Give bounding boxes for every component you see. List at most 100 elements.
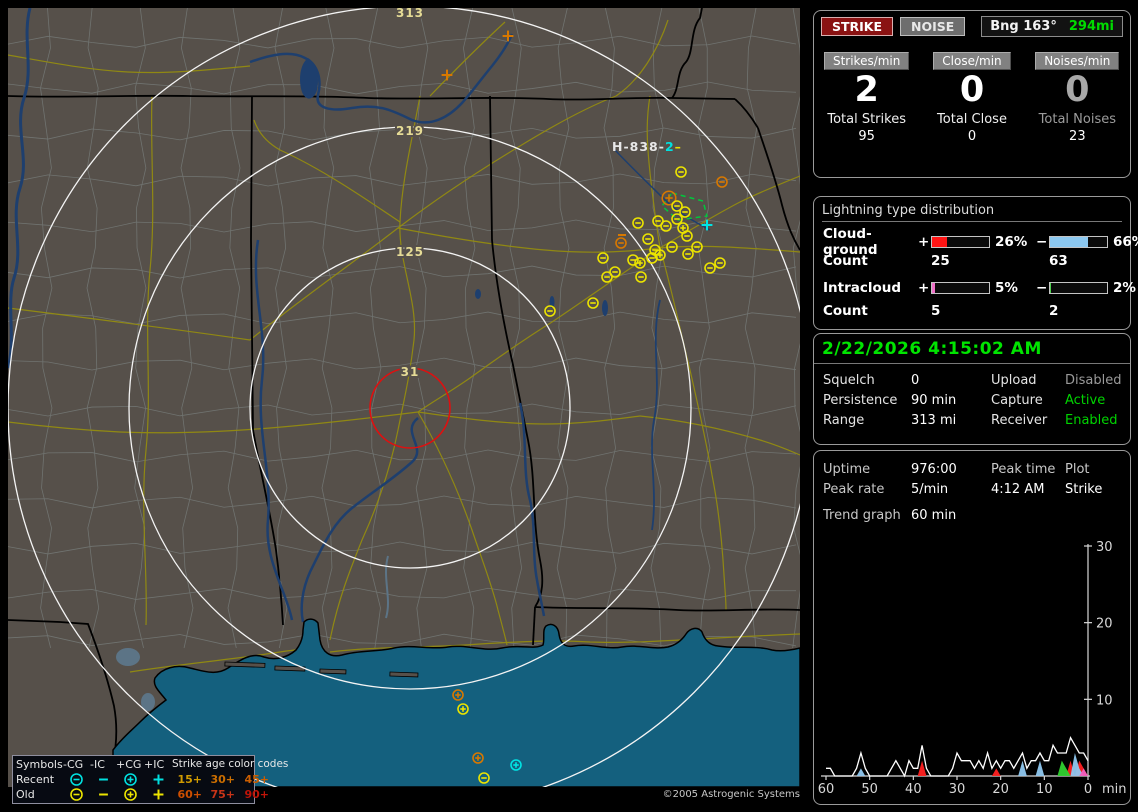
intracloud-row: Intracloud + 5% − 2% [814, 276, 1136, 300]
trend-graph-window: 60 min [911, 507, 957, 523]
range-value: 313 mi [911, 412, 957, 428]
svg-text:31: 31 [401, 365, 420, 379]
age-15: 15+ [177, 773, 202, 786]
svg-text:10: 10 [1036, 782, 1053, 797]
age-75: 75+ [210, 788, 235, 801]
uptime-row: Uptime 976:00 Peak time Plot [814, 459, 1130, 479]
squelch-value: 0 [911, 372, 920, 388]
close-per-min-chip[interactable]: Close/min [933, 52, 1011, 70]
legend-col-neg-ic: -IC [90, 758, 105, 771]
svg-text:0: 0 [1084, 782, 1092, 797]
noise-mode-button[interactable]: NOISE [900, 17, 966, 36]
trend-panel: Uptime 976:00 Peak time Plot Peak rate 5… [813, 450, 1131, 805]
trend-graph: 10 20 30 60 50 40 30 20 10 0 min [818, 540, 1127, 797]
lightning-distribution-panel: Lightning type distribution Cloud-ground… [813, 196, 1138, 330]
cg-plus-count: 25 [931, 253, 950, 269]
peak-rate-label: Peak rate [823, 481, 885, 497]
cg-minus-bar [1049, 236, 1108, 248]
close-rate: 0 [959, 70, 985, 110]
age-90: 90+ [244, 788, 269, 801]
bearing-readout: Bng 163° 294mi [981, 16, 1123, 37]
total-close-label: Total Close [937, 111, 1007, 127]
persistence-label: Persistence [823, 392, 898, 408]
map-canvas[interactable]: 313 219 125 31 H-838-2– [8, 8, 800, 787]
legend-row-old-label: Old [16, 788, 35, 801]
legend-col-pos-ic: +IC [144, 758, 165, 771]
svg-text:313: 313 [396, 8, 424, 20]
upload-status: Disabled [1065, 372, 1122, 388]
age-45: 45+ [244, 773, 269, 786]
cloud-ground-row: Cloud-ground + 26% − 66% [814, 226, 1138, 258]
ic-minus-bar [1049, 282, 1108, 294]
plus-sign: + [918, 280, 930, 296]
plot-mode-value: Strike [1065, 481, 1103, 497]
bearing-label: Bng 163° [990, 19, 1057, 34]
svg-text:min: min [1102, 782, 1127, 797]
cg-plus-pct: 26% [995, 234, 1028, 250]
uptime-label: Uptime [823, 461, 871, 477]
minus-sign: − [1036, 280, 1048, 296]
squelch-row: Squelch 0 Upload Disabled [814, 370, 1130, 390]
svg-text:125: 125 [396, 245, 424, 259]
ic-minus-pct: 2% [1113, 280, 1136, 296]
legend-col-pos-cg: +CG [116, 758, 142, 771]
total-strikes-label: Total Strikes [827, 111, 906, 127]
age-30: 30+ [210, 773, 235, 786]
storm-cell-label: H-838-2– [612, 139, 682, 154]
legend-age-header: Strike age color codes [172, 758, 289, 770]
old-neg-ic-icon [90, 787, 116, 803]
peak-time-value: 4:12 AM [991, 481, 1045, 497]
lightning-map[interactable]: 313 219 125 31 H-838-2– [8, 8, 800, 787]
total-noises-value: 23 [1069, 128, 1086, 144]
cloud-ground-count-row: Count 25 63 [814, 250, 1130, 272]
range-row: Range 313 mi Receiver Enabled [814, 410, 1130, 430]
count-label: Count [823, 253, 868, 269]
age-60: 60+ [177, 788, 202, 801]
intracloud-count-row: Count 5 2 [814, 300, 1130, 322]
capture-status: Active [1065, 392, 1106, 408]
plot-label: Plot [1065, 461, 1090, 477]
svg-text:20: 20 [992, 782, 1009, 797]
old-pos-ic-icon [144, 787, 172, 803]
recent-pos-cg-icon [116, 772, 144, 788]
datetime-display: 2/22/2026 4:15:02 AM [814, 334, 1130, 364]
close-counter: Close/min 0 Total Close 0 [919, 50, 1024, 144]
receiver-label: Receiver [991, 412, 1048, 428]
peak-rate-value: 5/min [911, 481, 949, 497]
svg-text:10: 10 [1096, 693, 1113, 708]
legend-row-recent-label: Recent [16, 773, 55, 786]
strikes-counter: Strikes/min 2 Total Strikes 95 [814, 50, 919, 144]
noises-per-min-chip[interactable]: Noises/min [1035, 52, 1120, 70]
ic-minus-count: 2 [1049, 303, 1059, 319]
range-label: Range [823, 412, 865, 428]
strikes-per-min-chip[interactable]: Strikes/min [823, 52, 910, 70]
trend-graph-label: Trend graph [823, 507, 901, 523]
strikes-rate: 2 [854, 70, 879, 110]
capture-label: Capture [991, 392, 1043, 408]
counters-panel: STRIKE NOISE Bng 163° 294mi Strikes/min … [813, 10, 1131, 178]
persistence-value: 90 min [911, 392, 957, 408]
svg-text:219: 219 [396, 124, 424, 138]
svg-text:50: 50 [861, 782, 878, 797]
strike-mode-button[interactable]: STRIKE [821, 17, 894, 36]
noises-rate: 0 [1065, 70, 1090, 110]
old-pos-cg-icon [116, 787, 144, 803]
status-panel: 2/22/2026 4:15:02 AM Squelch 0 Upload Di… [813, 333, 1131, 445]
ic-plus-count: 5 [931, 303, 941, 319]
legend-symbols-header: Symbols [16, 758, 63, 771]
total-strikes-value: 95 [858, 128, 875, 144]
ic-plus-pct: 5% [995, 280, 1018, 296]
persistence-row: Persistence 90 min Capture Active [814, 390, 1130, 410]
peak-rate-row: Peak rate 5/min 4:12 AM Strike [814, 479, 1130, 499]
peak-time-label: Peak time [991, 461, 1056, 477]
svg-text:30: 30 [949, 782, 966, 797]
old-neg-cg-icon [63, 787, 90, 803]
ic-plus-bar [931, 282, 990, 294]
map-symbol-legend: Symbols -CG -IC +CG +IC Strike age color… [12, 755, 288, 804]
svg-text:20: 20 [1096, 617, 1113, 632]
plus-sign: + [918, 234, 930, 250]
minus-sign: − [1036, 234, 1048, 250]
noises-counter: Noises/min 0 Total Noises 23 [1025, 50, 1130, 144]
cg-plus-bar [931, 236, 990, 248]
receiver-status: Enabled [1065, 412, 1118, 428]
